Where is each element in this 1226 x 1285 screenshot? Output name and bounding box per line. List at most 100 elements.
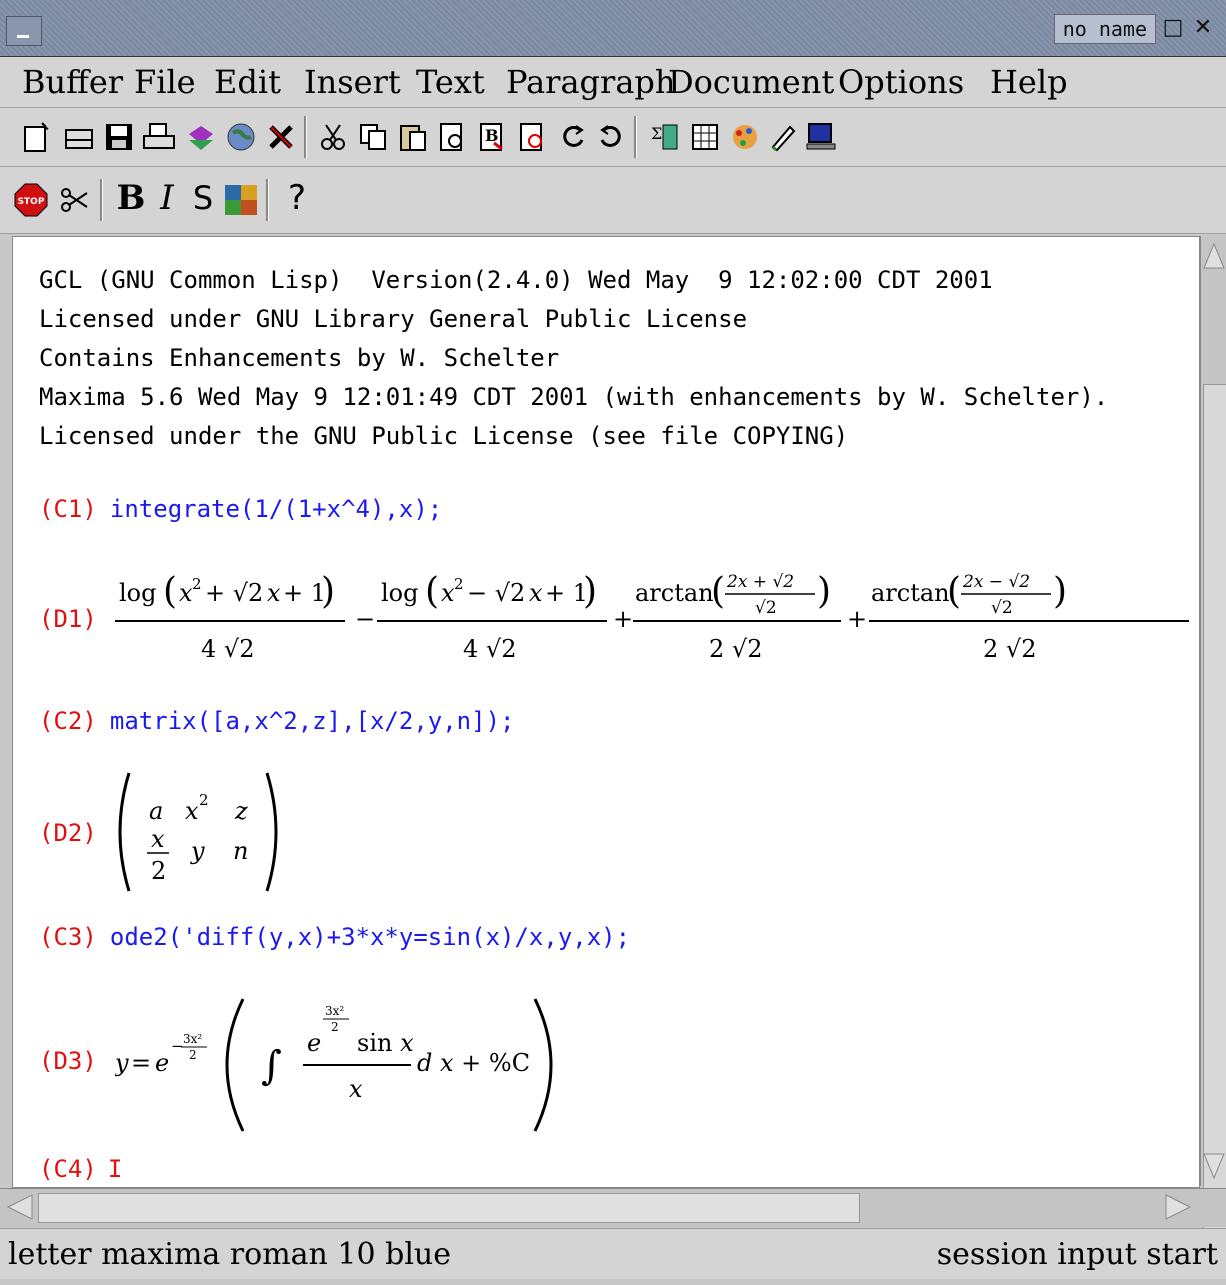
svg-text:− √2: − √2 — [467, 579, 525, 607]
print-icon[interactable] — [140, 118, 178, 156]
toolbar-separator — [304, 116, 307, 158]
sans-serif-button[interactable]: S — [184, 179, 222, 217]
main-toolbar: B Σ — [0, 108, 1226, 167]
svg-text:3x²: 3x² — [183, 1032, 202, 1046]
scroll-right-icon[interactable] — [1164, 1193, 1192, 1221]
svg-text:d x + %C: d x + %C — [417, 1049, 530, 1077]
svg-text:+: + — [847, 605, 867, 633]
svg-text:y: y — [115, 1049, 129, 1077]
banner-line: GCL (GNU Common Lisp) Version(2.4.0) Wed… — [39, 266, 993, 294]
cut-icon[interactable] — [314, 118, 352, 156]
scroll-down-icon[interactable] — [1203, 1150, 1225, 1180]
svg-text:2x − √2: 2x − √2 — [962, 572, 1030, 592]
menu-file[interactable]: File — [134, 63, 196, 101]
horizontal-scroll-thumb[interactable] — [38, 1193, 860, 1223]
svg-text:n: n — [233, 837, 248, 865]
monitor-icon[interactable] — [802, 118, 840, 156]
status-left: letter maxima roman 10 blue — [8, 1237, 451, 1272]
maxima-input[interactable]: ode2('diff(y,x)+3*x*y=sin(x)/x,y,x); — [110, 923, 630, 951]
svg-text:z: z — [234, 797, 248, 825]
svg-text:4 √2: 4 √2 — [463, 635, 516, 663]
d3-formula: y = e − 3x² 2 ∫ e 3x² 2 sin x x d x + %C — [115, 998, 553, 1132]
input-c4[interactable]: (C4) I — [39, 1155, 122, 1183]
menu-options[interactable]: Options — [838, 63, 964, 101]
input-c3[interactable]: (C3) ode2('diff(y,x)+3*x*y=sin(x)/x,y,x)… — [39, 923, 630, 951]
find-replace-icon[interactable]: B — [474, 118, 512, 156]
help-icon[interactable]: ? — [278, 178, 316, 218]
preview-icon[interactable] — [434, 118, 472, 156]
prompt-label: (C3) — [39, 923, 97, 951]
svg-text:): ) — [583, 571, 597, 612]
svg-text:2: 2 — [331, 1020, 339, 1034]
scroll-left-icon[interactable] — [6, 1193, 34, 1221]
italic-button[interactable]: I — [148, 178, 186, 218]
redo-icon[interactable] — [592, 118, 630, 156]
open-icon[interactable] — [60, 118, 98, 156]
undo-icon[interactable] — [554, 118, 592, 156]
menu-text[interactable]: Text — [416, 63, 485, 101]
spell-check-icon[interactable] — [514, 118, 552, 156]
vertical-scrollbar[interactable] — [1200, 236, 1226, 1246]
output-d3: (D3) y = e − 3x² 2 ∫ e 3x² 2 sin x x d x … — [39, 985, 739, 1135]
svg-text:e: e — [307, 1029, 321, 1057]
svg-text:4 √2: 4 √2 — [201, 635, 254, 663]
pen-icon[interactable] — [764, 118, 802, 156]
scroll-up-icon[interactable] — [1203, 242, 1225, 272]
save-icon[interactable] — [100, 118, 138, 156]
horizontal-scrollbar[interactable] — [0, 1188, 1226, 1227]
svg-text:x: x — [179, 579, 193, 607]
input-c2[interactable]: (C2) matrix([a,x^2,z],[x/2,y,n]); — [39, 707, 514, 735]
stop-icon[interactable]: STOP — [12, 181, 50, 219]
menu-insert[interactable]: Insert — [304, 63, 401, 101]
svg-text:x: x — [267, 579, 281, 607]
insert-image-icon[interactable] — [726, 118, 764, 156]
svg-text:x: x — [185, 797, 199, 825]
svg-text:(: ( — [163, 571, 177, 612]
svg-text:2 √2: 2 √2 — [709, 635, 762, 663]
maxima-input[interactable]: integrate(1/(1+x^4),x); — [110, 495, 442, 523]
menu-edit[interactable]: Edit — [214, 63, 281, 101]
svg-text:√2: √2 — [755, 598, 777, 618]
input-c1[interactable]: (C1) integrate(1/(1+x^4),x); — [39, 495, 442, 523]
window-title: no name — [1053, 14, 1156, 44]
output-d1: (D1) log( x2 + √2 x + 1 ) 4 √2 − log( x2 −… — [39, 563, 1199, 673]
banner-line: Licensed under the GNU Public License (s… — [39, 422, 849, 450]
maximize-icon[interactable]: □ — [1160, 14, 1186, 42]
insert-table-icon[interactable] — [686, 118, 724, 156]
menu-paragraph[interactable]: Paragraph — [506, 63, 676, 101]
svg-text:): ) — [321, 571, 335, 612]
color-palette-icon[interactable] — [222, 181, 260, 219]
document-area[interactable]: GCL (GNU Common Lisp) Version(2.4.0) Wed… — [12, 236, 1200, 1188]
book-icon[interactable] — [182, 118, 220, 156]
svg-text:x: x — [151, 825, 165, 853]
toolbar-separator — [634, 116, 637, 158]
paste-icon[interactable] — [394, 118, 432, 156]
window-menu-button[interactable] — [6, 16, 42, 46]
svg-text:(: ( — [947, 571, 961, 612]
maxima-input[interactable]: matrix([a,x^2,z],[x/2,y,n]); — [110, 707, 515, 735]
globe-icon[interactable] — [222, 118, 260, 156]
menu-help[interactable]: Help — [990, 63, 1068, 101]
new-document-icon[interactable] — [18, 118, 56, 156]
svg-text:2: 2 — [454, 575, 464, 593]
menu-document[interactable]: Document — [668, 63, 834, 101]
output-label: (D1) — [39, 605, 97, 633]
d1-formula: log( x2 + √2 x + 1 ) 4 √2 − log( x2 − √2 x +… — [115, 571, 1189, 663]
scissors-icon[interactable] — [56, 181, 94, 219]
banner-line: Licensed under GNU Library General Publi… — [39, 305, 748, 333]
status-bar: letter maxima roman 10 blue session inpu… — [0, 1228, 1226, 1279]
bold-button[interactable]: B — [112, 178, 150, 218]
svg-text:B: B — [485, 126, 499, 145]
svg-text:+: + — [613, 605, 633, 633]
menu-buffer[interactable]: Buffer — [22, 63, 123, 101]
svg-text:+ 1: + 1 — [283, 579, 326, 607]
close-x-icon[interactable] — [262, 118, 300, 156]
output-label: (D2) — [39, 819, 97, 847]
svg-text:3x²: 3x² — [325, 1004, 344, 1018]
svg-text:STOP: STOP — [18, 197, 45, 207]
close-icon[interactable]: ✕ — [1190, 14, 1216, 42]
insert-math-icon[interactable]: Σ — [646, 118, 684, 156]
vertical-scroll-thumb[interactable] — [1203, 384, 1226, 1246]
copy-icon[interactable] — [354, 118, 392, 156]
svg-text:Σ: Σ — [651, 124, 662, 143]
